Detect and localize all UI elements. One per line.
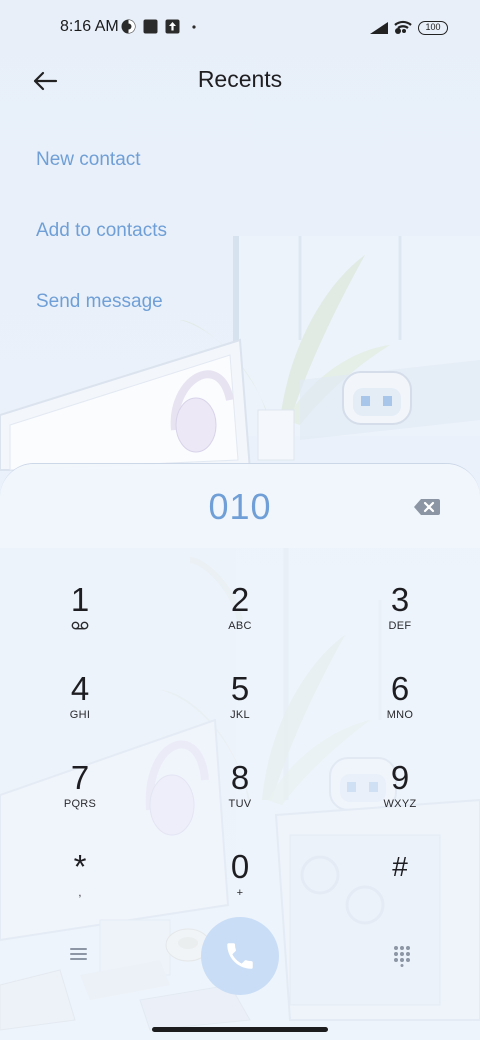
key-digit: 9 xyxy=(390,759,410,796)
status-time: 8:16 AM xyxy=(60,18,119,35)
key-digit: 7 xyxy=(70,759,90,796)
backspace-button[interactable] xyxy=(412,496,442,518)
key-digit: * xyxy=(73,848,87,885)
key-8[interactable]: 8 TUV xyxy=(180,760,300,840)
status-bar: 8:16 AM 100 xyxy=(0,0,480,56)
key-letters: TUV xyxy=(228,798,252,810)
key-digit: 2 xyxy=(230,581,250,618)
battery-icon: 100 xyxy=(418,21,448,35)
key-letters: MNO xyxy=(386,709,414,721)
key-star[interactable]: * , xyxy=(20,849,140,929)
key-9[interactable]: 9 WXYZ xyxy=(340,760,460,840)
key-2[interactable]: 2 ABC xyxy=(180,582,300,662)
key-letters: , xyxy=(78,887,82,899)
new-contact-button[interactable]: New contact xyxy=(36,149,141,171)
key-letters: DEF xyxy=(388,620,412,632)
key-letters: JKL xyxy=(230,709,250,721)
dialed-number: 010 xyxy=(208,486,272,527)
voicemail-icon xyxy=(71,621,89,630)
key-digit: # xyxy=(392,851,408,882)
notification-square-icon xyxy=(143,19,158,34)
key-digit: 4 xyxy=(70,670,90,707)
key-letters: + xyxy=(236,887,244,899)
key-digit: 3 xyxy=(390,581,410,618)
wifi-icon xyxy=(394,20,412,34)
key-digit: 0 xyxy=(230,848,250,885)
key-1[interactable]: 1 xyxy=(20,582,140,662)
keypad-grid-icon xyxy=(394,946,410,967)
key-digit: 6 xyxy=(390,670,410,707)
key-3[interactable]: 3 DEF xyxy=(340,582,460,662)
vpn-icon xyxy=(121,19,136,34)
signal-icon xyxy=(370,22,388,34)
key-5[interactable]: 5 JKL xyxy=(180,671,300,751)
key-4[interactable]: 4 GHI xyxy=(20,671,140,751)
call-button[interactable] xyxy=(201,917,279,995)
key-digit: 5 xyxy=(230,670,250,707)
menu-button[interactable] xyxy=(66,945,90,967)
key-letters: ABC xyxy=(228,620,252,632)
add-to-contacts-button[interactable]: Add to contacts xyxy=(36,220,167,242)
keypad-toggle-button[interactable] xyxy=(392,945,412,967)
phone-icon xyxy=(227,943,253,969)
key-letters: GHI xyxy=(69,709,91,721)
send-message-button[interactable]: Send message xyxy=(36,291,163,313)
dot-icon xyxy=(192,25,196,29)
navigation-handle[interactable] xyxy=(152,1027,328,1032)
page-title: Recents xyxy=(197,66,283,92)
key-letters: WXYZ xyxy=(383,798,417,810)
key-hash[interactable]: # xyxy=(340,849,460,929)
key-digit: 1 xyxy=(70,581,90,618)
upload-icon xyxy=(165,19,180,34)
key-digit: 8 xyxy=(230,759,250,796)
backspace-icon xyxy=(414,499,440,515)
key-letters: PQRS xyxy=(63,798,97,810)
key-6[interactable]: 6 MNO xyxy=(340,671,460,751)
key-7[interactable]: 7 PQRS xyxy=(20,760,140,840)
menu-icon xyxy=(66,948,90,960)
